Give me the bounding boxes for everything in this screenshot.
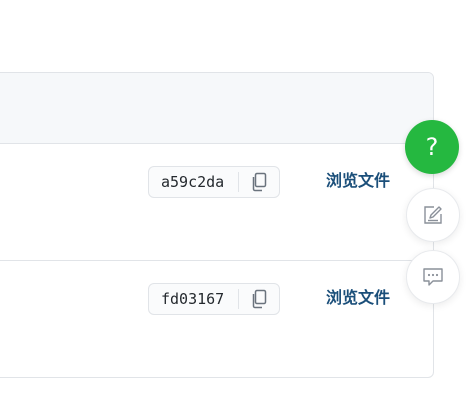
copy-icon [252,172,267,192]
commit-list-panel: a59c2da 浏览文件 fd03167 浏览文件 [0,72,434,378]
page: a59c2da 浏览文件 fd03167 浏览文件 ? [0,0,474,410]
copy-icon [252,289,267,309]
commit-sha-group: fd03167 [148,283,281,315]
feedback-edit-button[interactable] [406,188,460,242]
edit-icon [424,206,442,224]
help-button[interactable]: ? [405,120,459,174]
browse-files-link[interactable]: 浏览文件 [326,288,390,308]
copy-sha-button[interactable] [239,284,279,314]
commit-row: a59c2da 浏览文件 [0,144,433,261]
copy-sha-button[interactable] [239,167,279,197]
help-icon: ? [425,133,439,161]
commit-sha-link[interactable]: fd03167 [149,284,238,314]
commit-row: fd03167 浏览文件 [0,261,433,377]
chat-button[interactable] [406,250,460,304]
chat-icon [423,268,443,286]
commit-sha-group: a59c2da [148,166,281,198]
commit-sha-link[interactable]: a59c2da [149,167,238,197]
commit-list-header [0,73,433,144]
browse-files-link[interactable]: 浏览文件 [326,171,390,191]
